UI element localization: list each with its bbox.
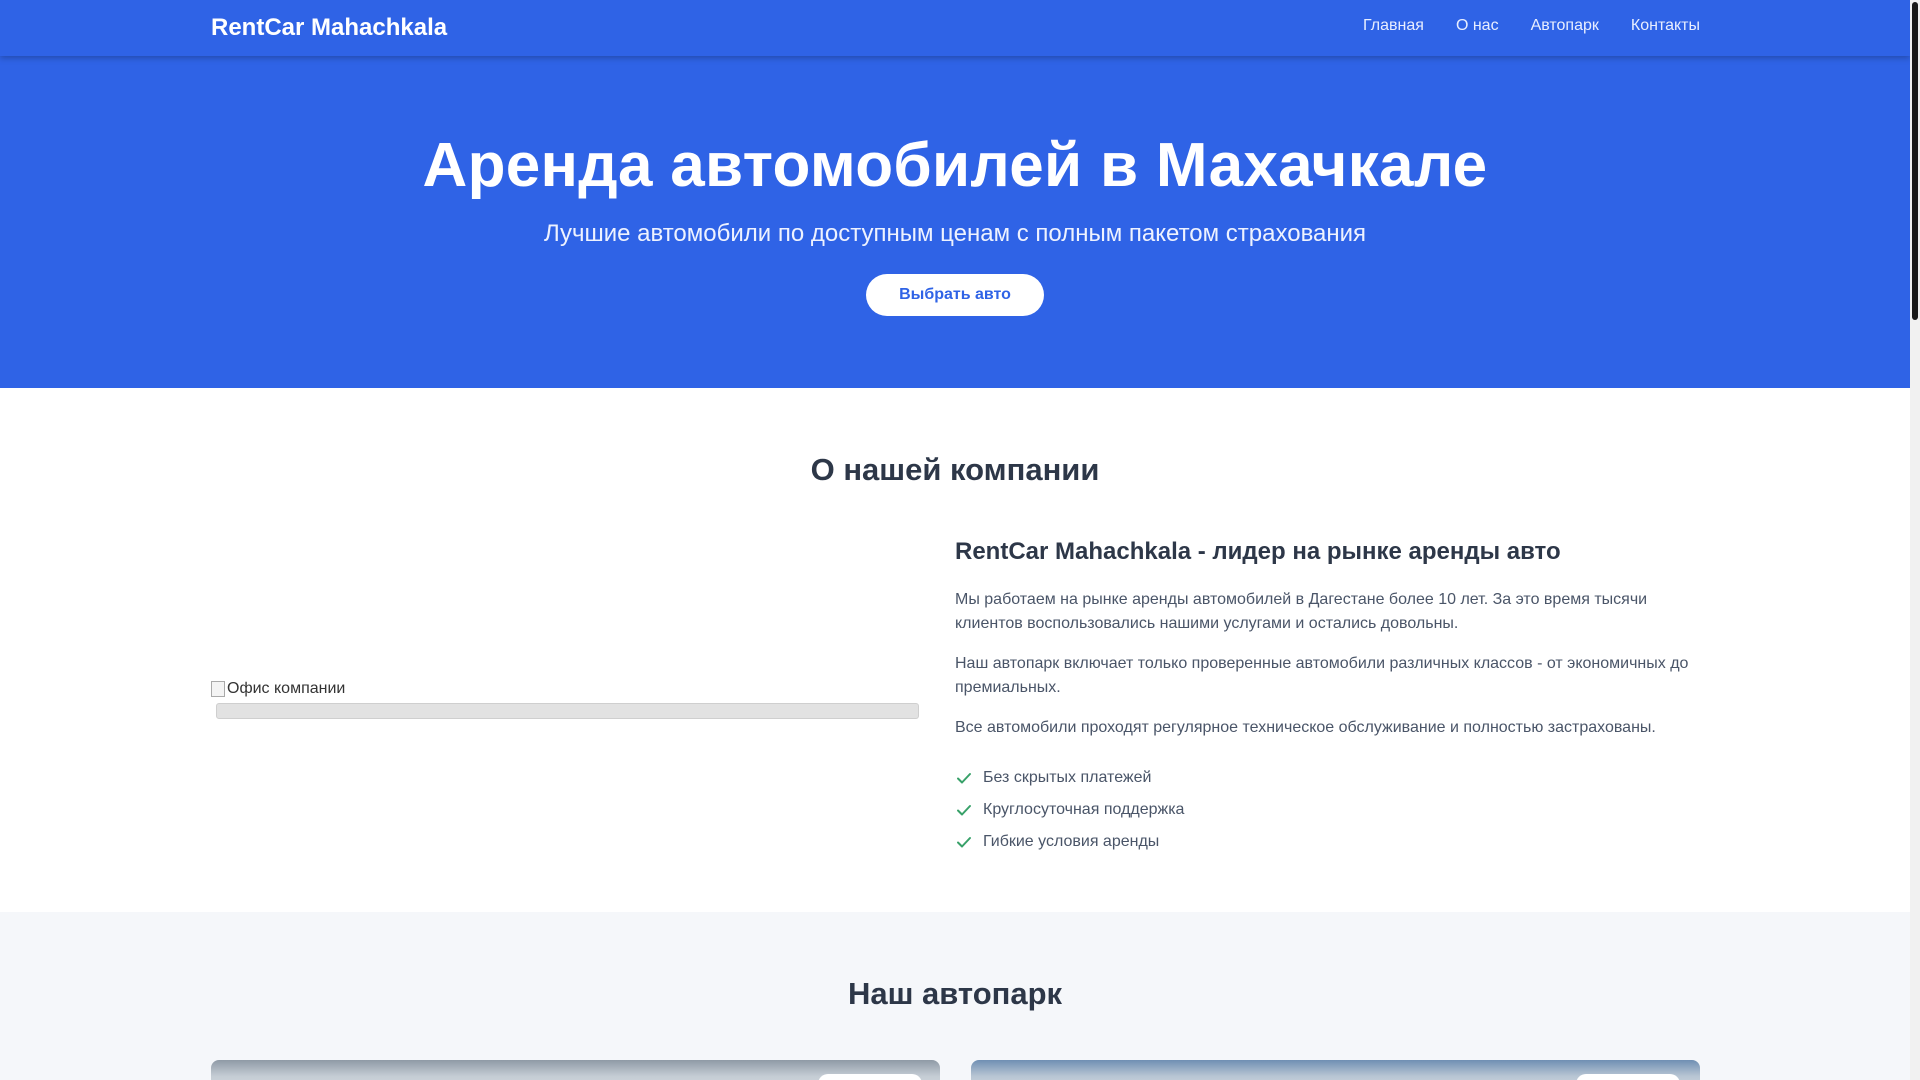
page-scrollbar[interactable] bbox=[1910, 0, 1920, 1080]
office-image-alt: Офис компании bbox=[211, 680, 345, 698]
car-badge bbox=[1576, 1074, 1680, 1080]
about-paragraph-1: Мы работаем на рынке аренды автомобилей … bbox=[955, 591, 1648, 632]
hero-section: Аренда автомобилей в Махачкале Лучшие ав… bbox=[0, 56, 1910, 388]
check-icon bbox=[957, 805, 971, 816]
image-placeholder-bar bbox=[216, 703, 919, 719]
nav-link-home[interactable]: Главная bbox=[1363, 17, 1424, 35]
car-card[interactable] bbox=[971, 1060, 1700, 1080]
scrollbar-thumb[interactable] bbox=[1912, 2, 1918, 320]
fleet-title: Наш автопарк bbox=[847, 976, 1063, 1011]
feature-label: Круглосуточная поддержка bbox=[983, 801, 1185, 818]
feature-item: Круглосуточная поддержка bbox=[955, 794, 1700, 826]
nav-link-fleet[interactable]: Автопарк bbox=[1531, 17, 1599, 35]
choose-car-button[interactable]: Выбрать авто bbox=[866, 274, 1044, 316]
top-navbar: RentCar Mahachkala Главная О нас Автопар… bbox=[0, 0, 1910, 56]
features-list: Без скрытых платежей Круглосуточная подд… bbox=[955, 762, 1700, 858]
feature-item: Гибкие условия аренды bbox=[955, 826, 1700, 858]
feature-label: Гибкие условия аренды bbox=[983, 833, 1160, 850]
about-section: О нашей компании Офис компании RentCar M… bbox=[0, 388, 1910, 912]
about-heading: RentCar Mahachkala - лидер на рынке арен… bbox=[955, 538, 1561, 565]
check-icon bbox=[957, 773, 971, 784]
car-card[interactable] bbox=[211, 1060, 940, 1080]
office-image: Офис компании bbox=[211, 680, 919, 719]
about-paragraph-2: Наш автопарк включает только проверенные… bbox=[955, 655, 1689, 696]
feature-item: Без скрытых платежей bbox=[955, 762, 1700, 794]
car-badge bbox=[818, 1074, 922, 1080]
feature-label: Без скрытых платежей bbox=[983, 769, 1152, 786]
check-icon bbox=[957, 837, 971, 848]
about-paragraph-3: Все автомобили проходят регулярное техни… bbox=[955, 719, 1656, 736]
nav-link-contacts[interactable]: Контакты bbox=[1631, 17, 1700, 35]
about-text: RentCar Mahachkala - лидер на рынке арен… bbox=[955, 538, 1700, 858]
broken-image-icon bbox=[211, 681, 225, 697]
fleet-section: Наш автопарк bbox=[0, 912, 1910, 1080]
nav-links: Главная О нас Автопарк Контакты bbox=[1363, 17, 1700, 35]
office-image-alt-text: Офис компании bbox=[227, 680, 346, 697]
hero-title: Аренда автомобилей в Махачкале bbox=[422, 131, 1488, 200]
about-title: О нашей компании bbox=[810, 452, 1100, 487]
hero-subtitle: Лучшие автомобили по доступным ценам с п… bbox=[543, 220, 1367, 247]
nav-link-about[interactable]: О нас bbox=[1456, 17, 1499, 35]
brand-logo[interactable]: RentCar Mahachkala bbox=[211, 14, 447, 42]
page: RentCar Mahachkala Главная О нас Автопар… bbox=[0, 0, 1910, 1080]
